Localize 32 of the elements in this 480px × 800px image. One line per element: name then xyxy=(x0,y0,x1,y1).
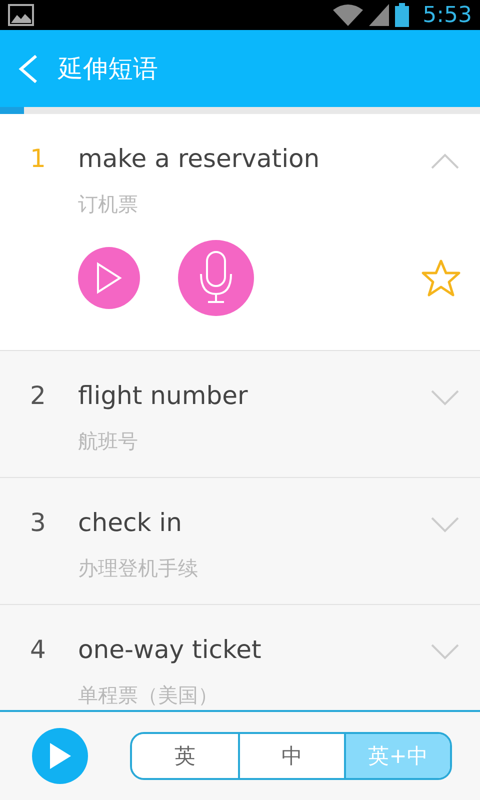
mode-tab[interactable]: 英 xyxy=(132,734,238,778)
phrase-english: one-way ticket xyxy=(78,635,262,664)
phrase-row[interactable]: 2 flight number 航班号 xyxy=(0,351,480,478)
back-icon[interactable] xyxy=(16,52,40,84)
chevron-down-icon[interactable] xyxy=(430,516,460,534)
gallery-icon xyxy=(8,4,34,26)
chevron-down-icon[interactable] xyxy=(430,643,460,661)
play-icon xyxy=(47,741,73,771)
page-title: 延伸短语 xyxy=(58,53,158,85)
phrase-chinese: 单程票（美国） xyxy=(78,682,219,709)
wifi-icon xyxy=(332,4,363,26)
phrase-number: 2 xyxy=(29,381,47,410)
microphone-icon xyxy=(198,250,234,306)
play-icon xyxy=(95,261,123,295)
phrase-chinese: 航班号 xyxy=(78,428,139,455)
phrase-number: 3 xyxy=(29,508,47,537)
chevron-up-icon[interactable] xyxy=(430,152,460,170)
phrase-row[interactable]: 1 make a reservation 订机票 xyxy=(0,114,480,351)
phrase-row[interactable]: 3 check in 办理登机手续 xyxy=(0,478,480,605)
phrase-number: 4 xyxy=(29,635,47,664)
phrase-number: 1 xyxy=(29,144,47,173)
mode-tab[interactable]: 中 xyxy=(238,734,344,778)
clock-time: 5:53 xyxy=(422,2,472,28)
star-icon[interactable] xyxy=(420,258,462,298)
chevron-down-icon[interactable] xyxy=(430,389,460,407)
phrase-english: flight number xyxy=(78,381,249,410)
phrase-english: make a reservation xyxy=(78,144,321,173)
phrase-english: check in xyxy=(78,508,183,537)
phrase-chinese: 订机票 xyxy=(78,191,139,218)
signal-icon xyxy=(368,4,389,26)
phrase-chinese: 办理登机手续 xyxy=(78,555,199,582)
battery-icon xyxy=(394,3,409,27)
